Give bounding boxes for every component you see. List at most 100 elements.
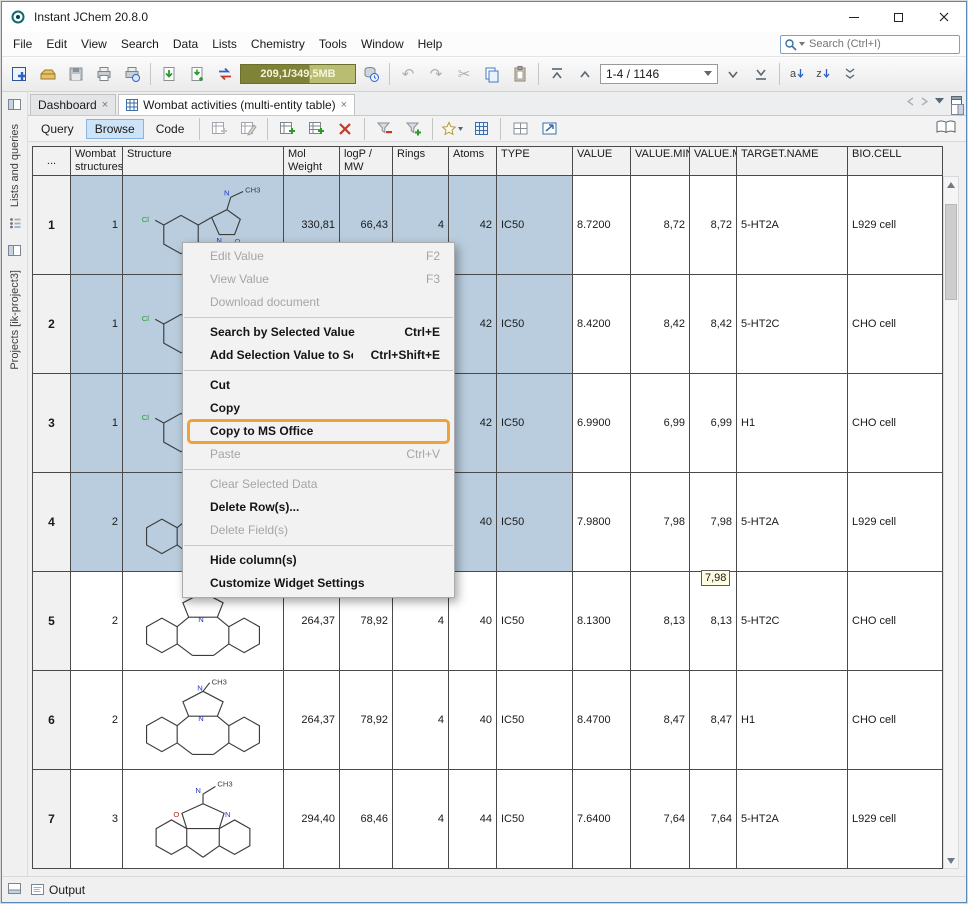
cell-target[interactable]: 5-HT2A bbox=[737, 176, 848, 275]
column-header-rings[interactable]: Rings bbox=[393, 147, 449, 176]
copy-icon[interactable] bbox=[479, 61, 505, 87]
row-header[interactable]: 4 bbox=[33, 473, 71, 572]
search-input[interactable] bbox=[807, 37, 956, 51]
cell-atoms[interactable]: 42 bbox=[449, 176, 497, 275]
menu-lists[interactable]: Lists bbox=[205, 34, 244, 54]
cell-value[interactable]: 8.4700 bbox=[573, 671, 631, 770]
scroll-track[interactable] bbox=[944, 192, 958, 853]
code-mode-button[interactable]: Code bbox=[147, 119, 194, 139]
column-header-type[interactable]: TYPE bbox=[497, 147, 573, 176]
menu-tools[interactable]: Tools bbox=[312, 34, 354, 54]
column-header-valuemax[interactable]: VALUE.MA bbox=[690, 147, 737, 176]
cell-value[interactable]: 7.9800 bbox=[573, 473, 631, 572]
cell-valuemax[interactable]: 8,42 bbox=[690, 275, 737, 374]
menu-item-paste[interactable]: PasteCtrl+V bbox=[183, 443, 454, 466]
menu-data[interactable]: Data bbox=[166, 34, 205, 54]
cell-valuemin[interactable]: 8,72 bbox=[631, 176, 690, 275]
cell-biocell[interactable]: L929 cell bbox=[848, 473, 943, 572]
browse-mode-button[interactable]: Browse bbox=[86, 119, 144, 139]
menu-window[interactable]: Window bbox=[354, 34, 411, 54]
cell-biocell[interactable]: L929 cell bbox=[848, 770, 943, 869]
cell-valuemin[interactable]: 7,64 bbox=[631, 770, 690, 869]
maximize-button[interactable] bbox=[876, 2, 921, 32]
sidebar-item-projects[interactable]: Projects [ik-project3] bbox=[9, 270, 21, 370]
cell-structure[interactable] bbox=[123, 671, 284, 770]
data-table[interactable]: ... Wombat structures Structure Mol Weig… bbox=[32, 146, 943, 869]
cell-wombat[interactable]: 1 bbox=[71, 374, 123, 473]
column-header-wombat[interactable]: Wombat structures bbox=[71, 147, 123, 176]
scroll-tabs-left-icon[interactable] bbox=[907, 97, 914, 106]
close-tab-icon[interactable]: × bbox=[102, 99, 108, 111]
cell-wombat[interactable]: 2 bbox=[71, 473, 123, 572]
paste-icon[interactable] bbox=[507, 61, 533, 87]
cell-type[interactable]: IC50 bbox=[497, 572, 573, 671]
schema-clock-icon[interactable] bbox=[358, 61, 384, 87]
cell-biocell[interactable]: CHO cell bbox=[848, 671, 943, 770]
tab-list-chevron-icon[interactable] bbox=[935, 98, 944, 104]
menu-search[interactable]: Search bbox=[114, 34, 166, 54]
menu-file[interactable]: File bbox=[6, 34, 39, 54]
minimize-group-icon[interactable] bbox=[951, 102, 964, 120]
cell-type[interactable]: IC50 bbox=[497, 770, 573, 869]
cell-valuemin[interactable]: 7,98 bbox=[631, 473, 690, 572]
cell-wombat[interactable]: 1 bbox=[71, 176, 123, 275]
cell-logp[interactable]: 68,46 bbox=[340, 770, 393, 869]
cell-atoms[interactable]: 40 bbox=[449, 473, 497, 572]
menu-chemistry[interactable]: Chemistry bbox=[244, 34, 312, 54]
new-form-icon[interactable] bbox=[7, 61, 33, 87]
cell-atoms[interactable]: 44 bbox=[449, 770, 497, 869]
sort-descending-icon[interactable]: z bbox=[811, 63, 835, 85]
tab-dashboard[interactable]: Dashboard × bbox=[30, 94, 116, 115]
cell-wombat[interactable]: 2 bbox=[71, 671, 123, 770]
column-header-rownum[interactable]: ... bbox=[33, 147, 71, 176]
import-schema-icon[interactable] bbox=[184, 61, 210, 87]
tab-wombat-activities[interactable]: Wombat activities (multi-entity table) × bbox=[118, 94, 355, 115]
scroll-down-icon[interactable] bbox=[944, 853, 958, 868]
cell-value[interactable]: 8.7200 bbox=[573, 176, 631, 275]
column-header-value[interactable]: VALUE bbox=[573, 147, 631, 176]
column-header-valuemin[interactable]: VALUE.MIN bbox=[631, 147, 690, 176]
cell-rings[interactable]: 4 bbox=[393, 770, 449, 869]
sort-ascending-icon[interactable]: a bbox=[785, 63, 809, 85]
insert-row-form-icon[interactable] bbox=[206, 116, 232, 142]
last-row-icon[interactable] bbox=[748, 61, 774, 87]
cell-rings[interactable]: 4 bbox=[393, 671, 449, 770]
row-header[interactable]: 1 bbox=[33, 176, 71, 275]
cell-structure[interactable] bbox=[123, 770, 284, 869]
add-filter-icon[interactable] bbox=[400, 116, 426, 142]
close-tab-icon[interactable]: × bbox=[341, 99, 347, 111]
sync-icon[interactable] bbox=[212, 61, 238, 87]
cut-icon[interactable]: ✂ bbox=[451, 61, 477, 87]
vertical-scrollbar[interactable] bbox=[943, 176, 959, 869]
menu-item-cut[interactable]: Cut bbox=[183, 374, 454, 397]
menu-item-customize-widget-settings[interactable]: Customize Widget Settings bbox=[183, 572, 454, 595]
cell-target[interactable]: H1 bbox=[737, 374, 848, 473]
cell-valuemin[interactable]: 8,13 bbox=[631, 572, 690, 671]
cell-type[interactable]: IC50 bbox=[497, 176, 573, 275]
cell-type[interactable]: IC50 bbox=[497, 275, 573, 374]
menu-item-view-value[interactable]: View ValueF3 bbox=[183, 268, 454, 291]
column-header-atoms[interactable]: Atoms bbox=[449, 147, 497, 176]
cell-valuemin[interactable]: 8,42 bbox=[631, 275, 690, 374]
cell-type[interactable]: IC50 bbox=[497, 473, 573, 572]
row-header[interactable]: 5 bbox=[33, 572, 71, 671]
minimize-button[interactable] bbox=[831, 2, 876, 32]
cell-atoms[interactable]: 40 bbox=[449, 572, 497, 671]
cell-valuemax[interactable]: 7,64 bbox=[690, 770, 737, 869]
cell-atoms[interactable]: 40 bbox=[449, 671, 497, 770]
memory-indicator[interactable]: 209,1/349,5MB bbox=[240, 64, 356, 84]
documentation-book-icon[interactable] bbox=[936, 119, 956, 139]
minimize-group-icon[interactable] bbox=[8, 97, 21, 115]
import-file-icon[interactable] bbox=[156, 61, 182, 87]
menu-item-add-selection-value-to-search[interactable]: Add Selection Value to SearchCtrl+Shift+… bbox=[183, 344, 454, 367]
toolbar-overflow-icon[interactable] bbox=[837, 61, 863, 87]
lists-icon[interactable] bbox=[9, 216, 21, 234]
cell-valuemax[interactable]: 8,47 bbox=[690, 671, 737, 770]
cell-target[interactable]: H1 bbox=[737, 671, 848, 770]
save-icon[interactable] bbox=[63, 61, 89, 87]
row-header[interactable]: 6 bbox=[33, 671, 71, 770]
cell-valuemin[interactable]: 6,99 bbox=[631, 374, 690, 473]
cell-valuemax[interactable]: 8,13 bbox=[690, 572, 737, 671]
sidebar-item-lists-and-queries[interactable]: Lists and queries bbox=[9, 124, 21, 207]
column-header-structure[interactable]: Structure bbox=[123, 147, 284, 176]
